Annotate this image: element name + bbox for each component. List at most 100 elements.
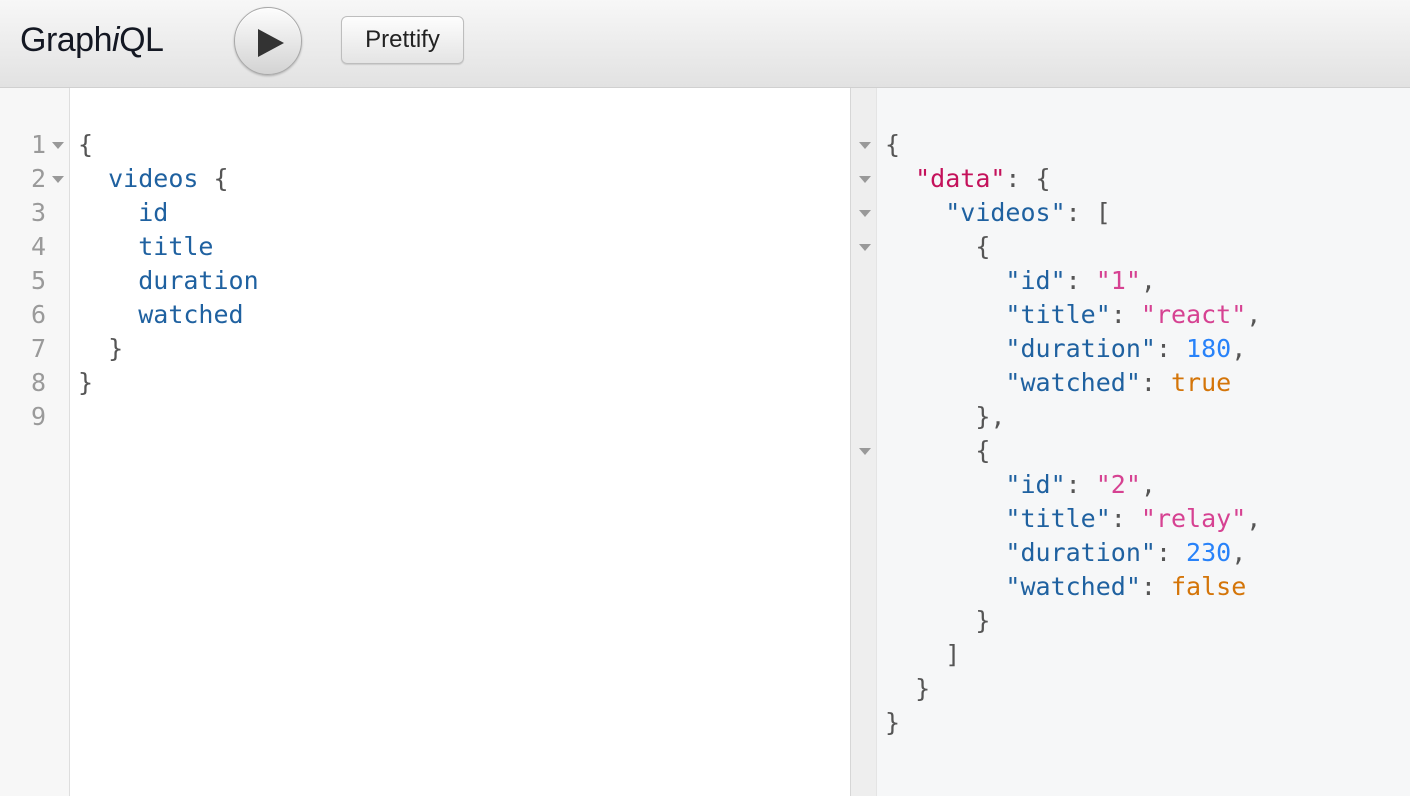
graphiql-logo: GraphiQL — [20, 20, 164, 60]
json-punct: , — [1140, 470, 1156, 499]
json-line: "watched": false — [885, 570, 1261, 604]
gutter-line: 1 — [0, 128, 70, 162]
json-punct: : [ — [1065, 198, 1111, 227]
line-number-gutter: 1 2 3 4 5 6 7 8 9 — [0, 88, 70, 796]
code-line: watched — [78, 298, 259, 332]
json-line: } — [885, 604, 1261, 638]
json-key-videos: "videos" — [945, 198, 1066, 227]
code-line: id — [78, 196, 259, 230]
json-punct: : — [1065, 266, 1096, 295]
prettify-button[interactable]: Prettify — [341, 16, 464, 64]
open-brace: { — [198, 164, 229, 193]
json-bracket: ] — [945, 640, 961, 669]
fold-arrow-icon[interactable] — [859, 142, 871, 149]
fold-arrow-icon[interactable] — [859, 244, 871, 251]
result-gutter — [851, 88, 877, 796]
json-key-duration: "duration" — [1005, 334, 1156, 363]
toolbar: GraphiQL Prettify — [0, 0, 1410, 88]
field-id: id — [138, 198, 169, 227]
line-number: 7 — [30, 334, 46, 363]
fold-arrow-icon[interactable] — [52, 176, 64, 183]
json-line: "data": { — [885, 162, 1261, 196]
json-punct: : — [1110, 504, 1141, 533]
json-line: "id": "2", — [885, 468, 1261, 502]
query-code[interactable]: { videos { id title duration watched } } — [78, 128, 259, 434]
json-brace: } — [975, 606, 991, 635]
json-line: } — [885, 672, 1261, 706]
field-title: title — [138, 232, 214, 261]
json-value-watched: false — [1171, 572, 1247, 601]
fold-arrow-icon[interactable] — [859, 448, 871, 455]
fold-arrow-icon[interactable] — [859, 176, 871, 183]
json-line: "videos": [ — [885, 196, 1261, 230]
json-line: "id": "1", — [885, 264, 1261, 298]
json-brace: { — [885, 130, 901, 159]
json-line: } — [885, 706, 1261, 740]
field-watched: watched — [138, 300, 244, 329]
json-key-title: "title" — [1005, 300, 1111, 329]
json-punct: : — [1140, 572, 1171, 601]
json-punct: , — [1231, 334, 1247, 363]
json-brace: } — [915, 674, 931, 703]
json-line: "duration": 180, — [885, 332, 1261, 366]
line-number: 6 — [30, 300, 46, 329]
result-json: { "data": { "videos": [ { "id": "1", "ti… — [885, 128, 1261, 740]
gutter-line: 7 — [0, 332, 70, 366]
json-punct: : { — [1005, 164, 1051, 193]
gutter-line: 4 — [0, 230, 70, 264]
field-videos: videos — [108, 164, 199, 193]
query-editor[interactable]: 1 2 3 4 5 6 7 8 9 { videos { id title du… — [0, 88, 851, 796]
brand-prefix: Graph — [20, 21, 113, 59]
json-punct: , — [1140, 266, 1156, 295]
json-punct: : — [1155, 538, 1187, 567]
json-line: "title": "react", — [885, 298, 1261, 332]
line-number: 2 — [30, 164, 46, 193]
brand-suffix: QL — [119, 21, 164, 59]
json-brace: { — [975, 436, 991, 465]
json-punct: , — [1246, 300, 1262, 329]
line-number: 1 — [30, 130, 46, 159]
json-line: "watched": true — [885, 366, 1261, 400]
gutter-line: 8 — [0, 366, 70, 400]
json-punct: , — [1231, 538, 1247, 567]
json-value-duration: 230 — [1186, 538, 1232, 567]
play-icon — [258, 29, 284, 57]
json-brace: }, — [975, 402, 1006, 431]
json-line: { — [885, 434, 1261, 468]
json-key-id: "id" — [1005, 266, 1066, 295]
gutter-line: 9 — [0, 400, 70, 434]
fold-arrow-icon[interactable] — [859, 210, 871, 217]
json-value-duration: 180 — [1186, 334, 1232, 363]
fold-arrow-icon[interactable] — [52, 142, 64, 149]
json-key-duration: "duration" — [1005, 538, 1156, 567]
execute-query-button[interactable] — [234, 7, 302, 75]
code-line: duration — [78, 264, 259, 298]
json-punct: : — [1140, 368, 1171, 397]
json-line: ] — [885, 638, 1261, 672]
line-number: 8 — [30, 368, 46, 397]
gutter-line: 3 — [0, 196, 70, 230]
gutter-line: 6 — [0, 298, 70, 332]
brand-italic: i — [112, 21, 120, 59]
json-line: { — [885, 230, 1261, 264]
code-line: } — [78, 366, 259, 400]
close-brace: } — [108, 334, 124, 363]
gutter-line: 5 — [0, 264, 70, 298]
open-brace: { — [78, 130, 94, 159]
json-punct: , — [1246, 504, 1262, 533]
json-value-title: "relay" — [1140, 504, 1247, 533]
json-punct: : — [1065, 470, 1096, 499]
json-value-title: "react" — [1140, 300, 1247, 329]
line-number: 9 — [30, 402, 46, 431]
code-line: title — [78, 230, 259, 264]
code-line: } — [78, 332, 259, 366]
json-key-title: "title" — [1005, 504, 1111, 533]
line-number: 5 — [30, 266, 46, 295]
gutter-line: 2 — [0, 162, 70, 196]
line-number: 4 — [30, 232, 46, 261]
json-key-watched: "watched" — [1005, 368, 1141, 397]
json-line: "title": "relay", — [885, 502, 1261, 536]
field-duration: duration — [138, 266, 259, 295]
json-brace: { — [975, 232, 991, 261]
